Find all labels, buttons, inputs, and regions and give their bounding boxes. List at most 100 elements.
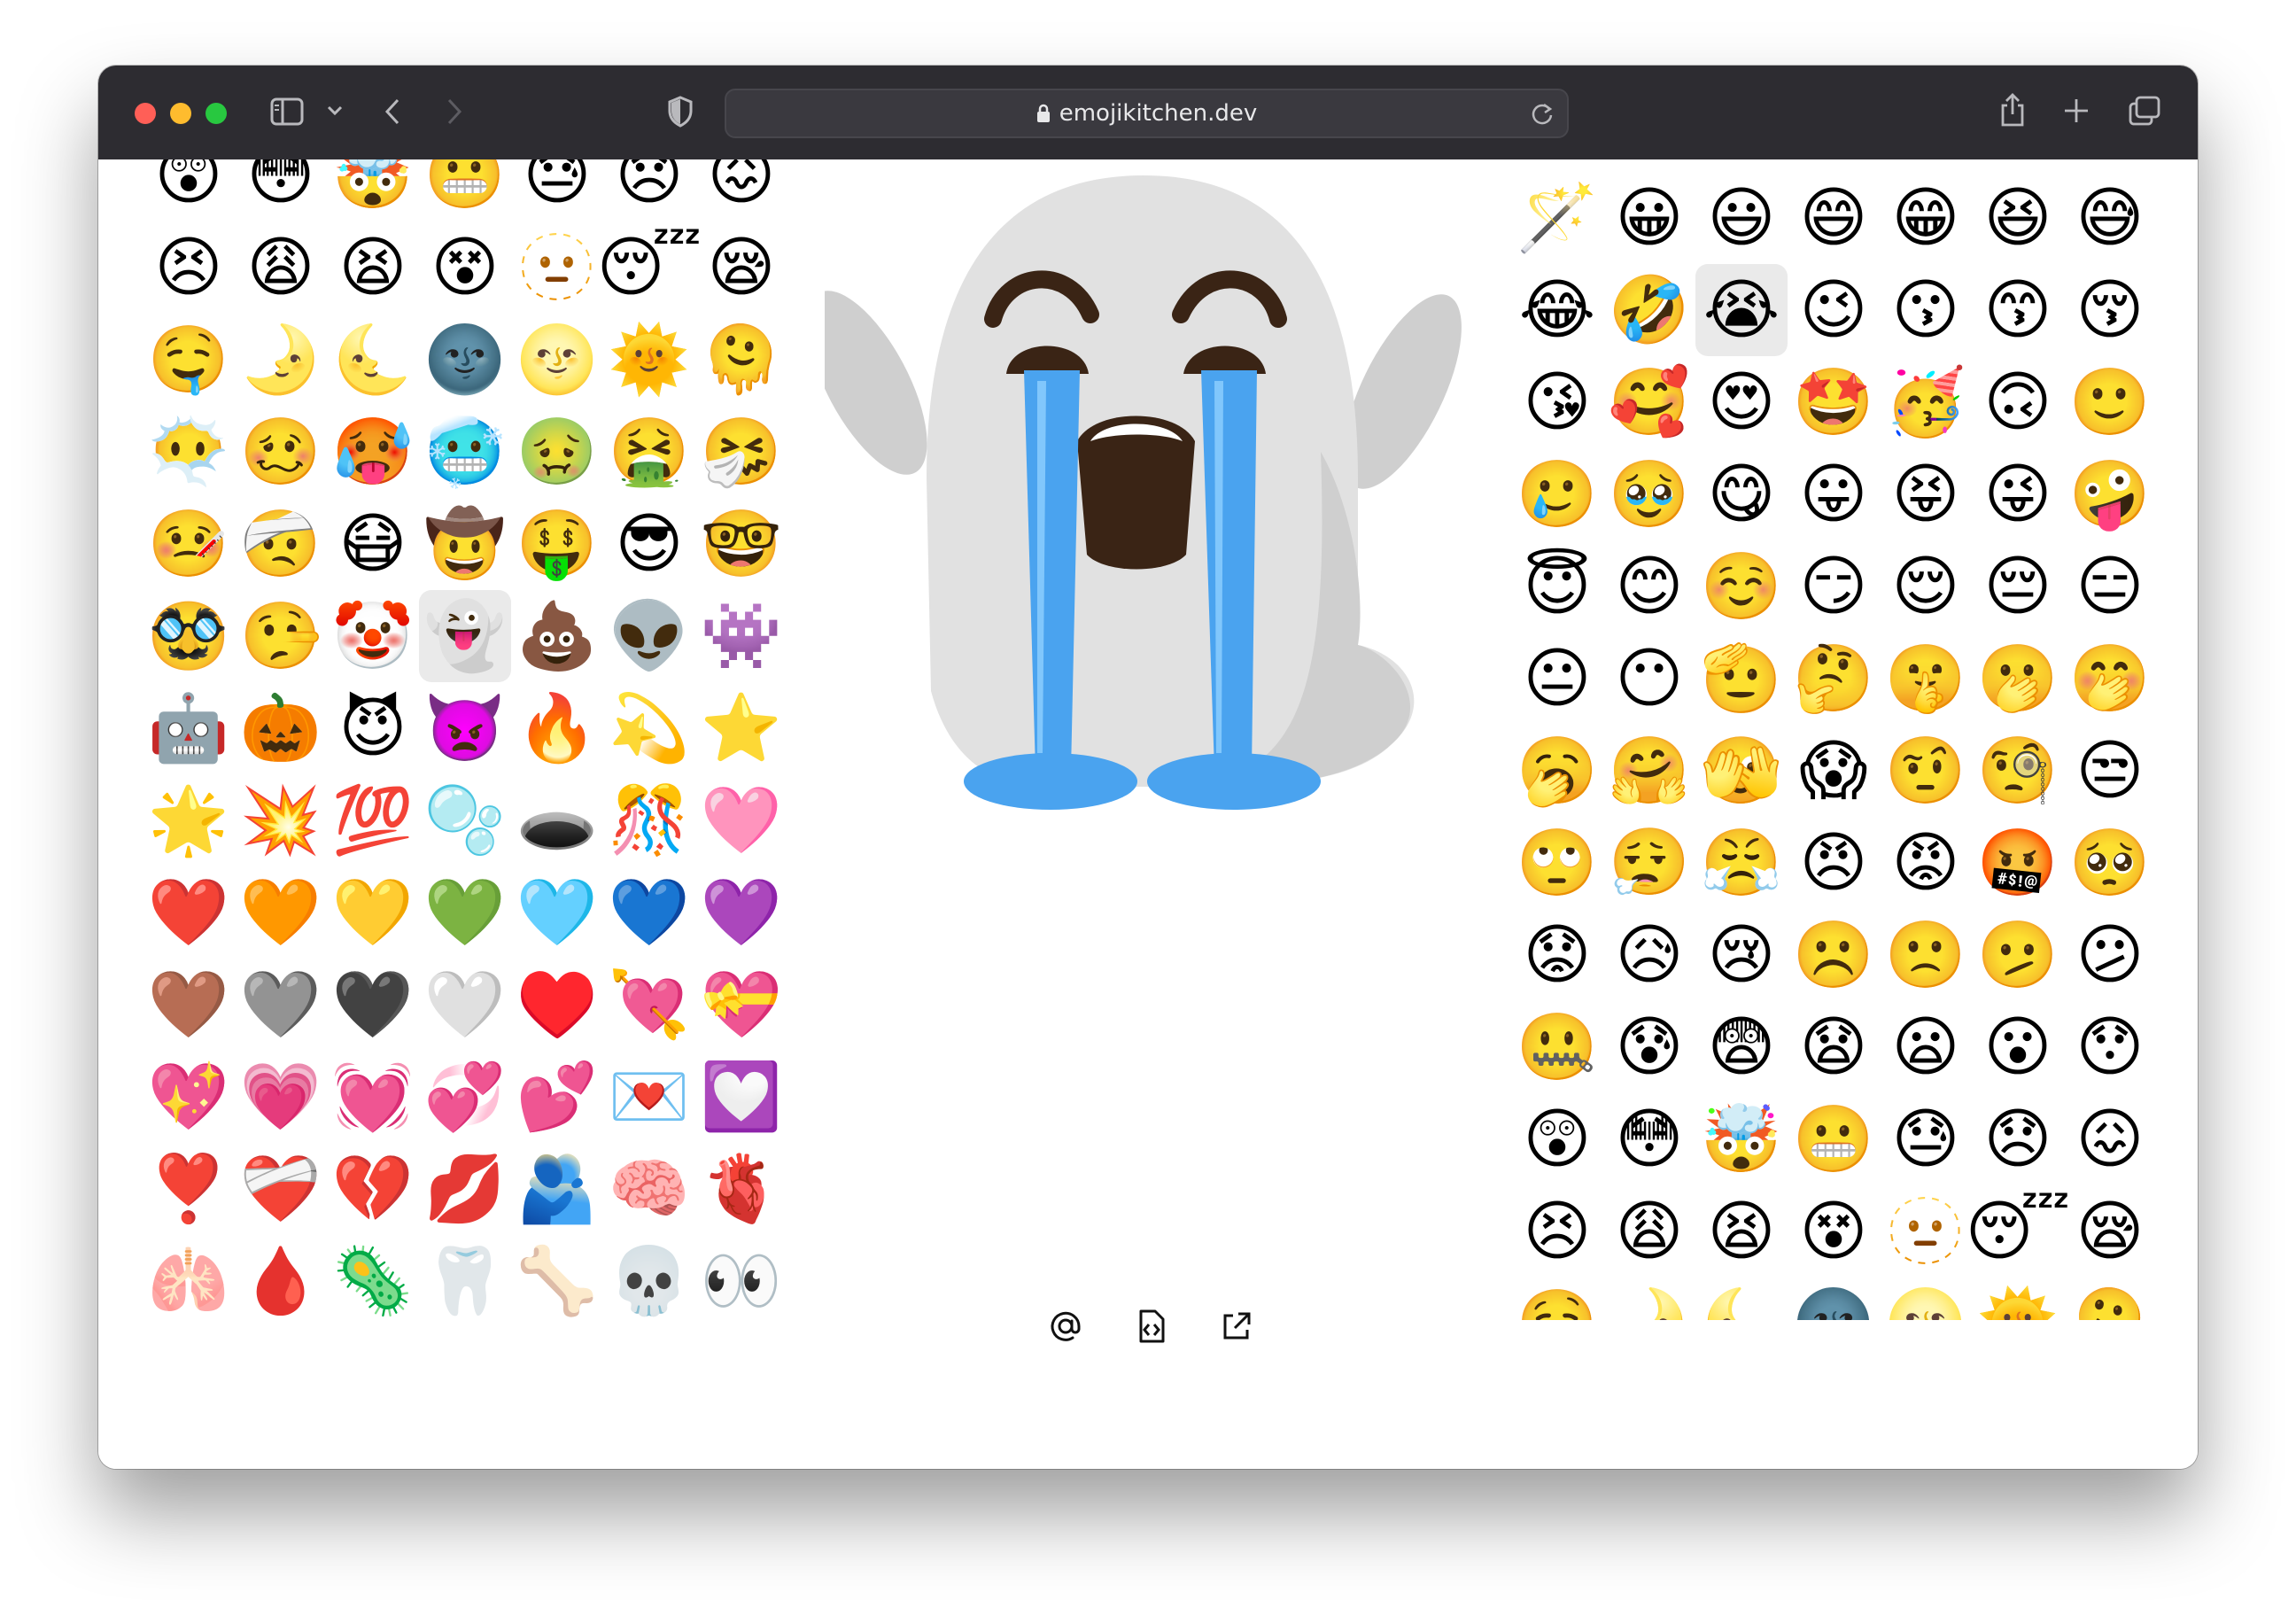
left-emoji-cell[interactable]: 💯 xyxy=(327,774,419,866)
right-emoji-cell[interactable]: 😪 xyxy=(2064,1185,2149,1278)
right-emoji-cell[interactable]: 😇 xyxy=(1511,540,1603,633)
right-emoji-cell[interactable]: 😗 xyxy=(1880,264,1972,356)
left-emoji-cell[interactable]: 💝 xyxy=(695,959,780,1051)
right-emoji-cell[interactable]: 🙂 xyxy=(2064,356,2149,448)
right-emoji-cell[interactable]: 😩 xyxy=(1603,1185,1695,1278)
address-bar[interactable]: emojikitchen.dev xyxy=(725,89,1569,138)
right-emoji-cell[interactable]: 😟 xyxy=(1511,909,1603,1001)
right-emoji-cell[interactable]: 🤗 xyxy=(1603,725,1695,817)
right-emoji-cell[interactable]: 😴 xyxy=(1966,1185,2071,1278)
right-emoji-cell[interactable]: 🫢 xyxy=(1972,633,2064,725)
left-emoji-cell[interactable]: 😈 xyxy=(327,682,419,774)
left-emoji-cell[interactable]: 🎃 xyxy=(235,682,327,774)
right-emoji-cell[interactable]: 🙃 xyxy=(1972,356,2064,448)
left-emoji-cell[interactable]: 🩶 xyxy=(235,959,327,1051)
right-emoji-cell[interactable]: 😍 xyxy=(1695,356,1788,448)
right-emoji-cell[interactable]: 😄 xyxy=(1788,172,1880,264)
right-emoji-cell[interactable]: 🤨 xyxy=(1880,725,1972,817)
chevron-down-icon[interactable] xyxy=(327,105,343,117)
right-emoji-cell[interactable]: 🤪 xyxy=(2064,448,2149,540)
left-emoji-cell[interactable]: 😲 xyxy=(143,159,235,221)
at-sign-icon[interactable] xyxy=(1045,1306,1086,1347)
left-emoji-cell[interactable]: 😬 xyxy=(419,159,511,221)
right-emoji-cell[interactable]: 😲 xyxy=(1511,1093,1603,1185)
left-emoji-cell[interactable]: 🤎 xyxy=(143,959,235,1051)
left-emoji-cell[interactable]: ⭐ xyxy=(695,682,780,774)
right-emoji-cell[interactable]: 🤯 xyxy=(1695,1093,1788,1185)
left-emoji-cell[interactable]: 🤤 xyxy=(143,314,235,406)
right-emoji-cell[interactable]: 😞 xyxy=(1972,1093,2064,1185)
right-emoji-cell[interactable]: 😌 xyxy=(1880,540,1972,633)
left-emoji-cell[interactable]: 🩵 xyxy=(511,866,603,959)
left-emoji-cell[interactable]: 🌜 xyxy=(327,314,419,406)
left-emoji-cell[interactable]: 👾 xyxy=(695,590,780,682)
left-emoji-cell[interactable]: 🥵 xyxy=(327,406,419,498)
right-emoji-cell[interactable]: 😳 xyxy=(1603,1093,1695,1185)
left-emoji-cell[interactable]: 💓 xyxy=(327,1051,419,1143)
left-emoji-cell[interactable]: 🤯 xyxy=(327,159,419,221)
left-emoji-cell[interactable]: 🩷 xyxy=(695,774,780,866)
right-emoji-cell[interactable]: 🤭 xyxy=(2064,633,2149,725)
right-emoji-cell[interactable]: 😉 xyxy=(1788,264,1880,356)
left-emoji-cell[interactable]: 💘 xyxy=(603,959,695,1051)
right-emoji-cell[interactable]: 🫥 xyxy=(1880,1185,1972,1278)
left-emoji-cell[interactable]: 🧡 xyxy=(235,866,327,959)
right-emoji-cell[interactable]: 🧐 xyxy=(1972,725,2064,817)
right-emoji-cell[interactable]: 🥳 xyxy=(1880,356,1972,448)
right-emoji-cell[interactable]: 😋 xyxy=(1695,448,1788,540)
right-emoji-cell[interactable]: 😰 xyxy=(1603,1001,1695,1093)
right-emoji-cell[interactable]: 🤣 xyxy=(1603,264,1695,356)
left-emoji-cell[interactable]: 💖 xyxy=(143,1051,235,1143)
left-emoji-cell[interactable]: 💞 xyxy=(419,1051,511,1143)
right-emoji-cell[interactable]: 😠 xyxy=(1788,817,1880,909)
left-emoji-cell[interactable]: 🤒 xyxy=(143,498,235,590)
left-emoji-cell[interactable]: 🤍 xyxy=(419,959,511,1051)
left-emoji-cell[interactable]: 🤑 xyxy=(511,498,603,590)
left-emoji-cell[interactable]: 🖤 xyxy=(327,959,419,1051)
right-emoji-cell[interactable]: ☺️ xyxy=(1695,540,1788,633)
left-emoji-cell[interactable]: 💋 xyxy=(419,1143,511,1235)
left-emoji-cell[interactable]: 🤠 xyxy=(419,498,511,590)
right-emoji-cell[interactable]: 😱 xyxy=(1788,725,1880,817)
right-emoji-cell[interactable]: 😶 xyxy=(1603,633,1695,725)
left-emoji-cell[interactable]: 🤖 xyxy=(143,682,235,774)
right-emoji-cell[interactable]: 😁 xyxy=(1880,172,1972,264)
right-emoji-cell[interactable]: 🙁 xyxy=(1880,909,1972,1001)
shield-icon[interactable] xyxy=(667,96,694,128)
left-emoji-cell[interactable]: 💗 xyxy=(235,1051,327,1143)
left-emoji-cell[interactable]: ❤️‍🩹 xyxy=(235,1143,327,1235)
left-emoji-cell[interactable]: 🤓 xyxy=(695,498,780,590)
left-emoji-cell[interactable]: 💜 xyxy=(695,866,780,959)
right-emoji-cell[interactable]: 😘 xyxy=(1511,356,1603,448)
left-emoji-cell[interactable]: 🌝 xyxy=(511,314,603,406)
left-emoji-cell[interactable]: ❤️ xyxy=(143,866,235,959)
reload-icon[interactable] xyxy=(1530,101,1555,129)
new-tab-icon[interactable] xyxy=(2063,97,2090,124)
right-emoji-cell[interactable]: 😕 xyxy=(2064,909,2149,1001)
right-emoji-cell[interactable]: 😵 xyxy=(1788,1185,1880,1278)
right-emoji-cell[interactable]: 🫤 xyxy=(1972,909,2064,1001)
right-emoji-cell[interactable]: 😛 xyxy=(1788,448,1880,540)
left-emoji-cell[interactable]: 😪 xyxy=(695,221,780,314)
left-emoji-cell[interactable]: 😖 xyxy=(695,159,780,221)
right-emoji-cell[interactable]: 😐 xyxy=(1511,633,1603,725)
left-emoji-cell[interactable]: 😷 xyxy=(327,498,419,590)
back-icon[interactable] xyxy=(384,97,401,126)
left-emoji-cell[interactable]: 😫 xyxy=(327,221,419,314)
right-emoji-cell[interactable]: 😒 xyxy=(2064,725,2149,817)
left-emoji-cell[interactable]: 😶‍🌫️ xyxy=(143,406,235,498)
tab-overview-icon[interactable] xyxy=(2129,96,2160,126)
right-emoji-cell[interactable]: 😨 xyxy=(1695,1001,1788,1093)
left-emoji-cell[interactable]: 💩 xyxy=(511,590,603,682)
right-emoji-cell[interactable]: 🤔 xyxy=(1788,633,1880,725)
right-emoji-cell[interactable]: 😅 xyxy=(2064,172,2149,264)
left-emoji-cell[interactable]: 💔 xyxy=(327,1143,419,1235)
right-emoji-cell[interactable]: 😙 xyxy=(1972,264,2064,356)
right-emoji-cell[interactable]: 🙄 xyxy=(1511,817,1603,909)
right-emoji-cell[interactable]: 🥺 xyxy=(2064,817,2149,909)
combined-emoji-preview[interactable] xyxy=(807,159,1462,842)
left-emoji-cell[interactable]: 🤮 xyxy=(603,406,695,498)
left-emoji-cell[interactable]: 😓 xyxy=(511,159,603,221)
left-emoji-cell[interactable]: 🌞 xyxy=(603,314,695,406)
right-emoji-cell[interactable]: 😬 xyxy=(1788,1093,1880,1185)
